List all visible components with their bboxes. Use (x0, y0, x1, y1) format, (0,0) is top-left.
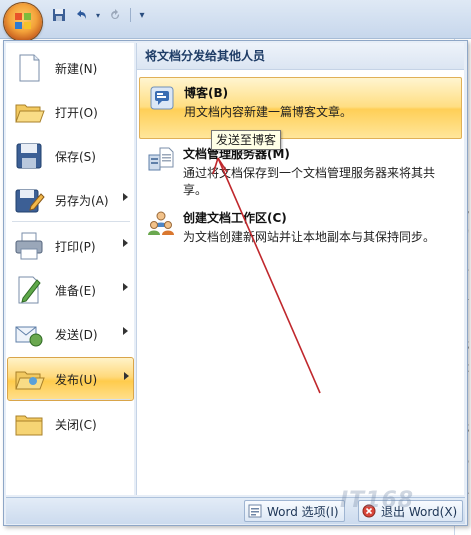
workspace-title: 创建文档工作区(C) (183, 211, 287, 225)
menu-item-label: 新建(N) (55, 61, 98, 76)
menu-item-label: 另存为(A) (55, 193, 109, 208)
undo-icon[interactable] (72, 6, 90, 24)
menu-item-label: 准备(E) (55, 283, 96, 298)
menu-item-save[interactable]: 保存(S) (8, 135, 132, 177)
tooltip: 发送至博客 (211, 130, 282, 150)
qat-separator (130, 8, 131, 22)
save-icon (13, 140, 45, 172)
submenu-item-blog[interactable]: 博客(B) 用文档内容新建一篇博客文章。 (139, 77, 462, 139)
open-folder-icon (13, 96, 45, 128)
customize-qat-icon[interactable]: ▾ (137, 6, 147, 24)
menu-item-open-folder[interactable]: 打开(O) (8, 91, 132, 133)
word-options-label: Word 选项(I) (267, 504, 339, 519)
word-options-button[interactable]: Word 选项(I) (244, 500, 345, 522)
menu-item-label: 关闭(C) (55, 417, 97, 432)
options-icon (248, 504, 262, 518)
menu-item-label: 发送(D) (55, 327, 98, 342)
workspace-desc: 为文档创建新网站并让本地副本与其保持同步。 (183, 230, 436, 244)
blog-title: 博客(B) (184, 86, 229, 100)
publish-icon (13, 363, 45, 395)
submenu-arrow-icon (123, 239, 128, 247)
menu-item-label: 打开(O) (55, 105, 98, 120)
office-logo-icon (15, 13, 31, 29)
submenu-header: 将文档分发给其他人员 (137, 43, 464, 70)
submenu-arrow-icon (123, 327, 128, 335)
submenu-arrow-icon (124, 372, 129, 380)
save-as-icon (13, 184, 45, 216)
menu-item-print[interactable]: 打印(P) (8, 225, 132, 267)
workspace-icon (147, 209, 175, 237)
document-server-icon (147, 145, 175, 173)
publish-submenu: 将文档分发给其他人员 博客(B) 用文档内容新建一篇博客文章。 文档管理服务器(… (136, 43, 464, 495)
submenu-item-workspace[interactable]: 创建文档工作区(C) 为文档创建新网站并让本地副本与其保持同步。 (139, 203, 460, 265)
watermark: IT168 (340, 488, 415, 513)
menu-item-send[interactable]: 发送(D) (8, 313, 132, 355)
send-icon (13, 318, 45, 350)
menu-item-close-folder[interactable]: 关闭(C) (8, 403, 132, 445)
menu-item-label: 打印(P) (55, 239, 96, 254)
submenu-arrow-icon (123, 283, 128, 291)
redo-icon[interactable] (106, 6, 124, 24)
menu-separator (12, 399, 130, 400)
submenu-item-document-server[interactable]: 文档管理服务器(M) 通过将文档保存到一个文档管理服务器来将其共享。 (139, 139, 460, 201)
save-icon[interactable] (50, 6, 68, 24)
title-bar: ▾ ▾ (0, 0, 471, 41)
menu-item-label: 保存(S) (55, 149, 96, 164)
menu-item-save-as[interactable]: 另存为(A) (8, 179, 132, 221)
blog-icon (148, 84, 176, 112)
quick-access-toolbar: ▾ ▾ (50, 6, 147, 24)
print-icon (13, 230, 45, 262)
menu-item-new-document[interactable]: 新建(N) (8, 47, 132, 89)
menu-item-publish[interactable]: 发布(U) (7, 357, 134, 401)
office-menu: 新建(N) 打开(O) 保存(S) 另存为(A) 打印(P) 准备(E) 发送(D) 发布(U… (3, 40, 468, 526)
menu-commands: 新建(N) 打开(O) 保存(S) 另存为(A) 打印(P) 准备(E) 发送(D) 发布(U… (6, 43, 134, 495)
undo-dropdown-icon[interactable]: ▾ (94, 6, 102, 24)
prepare-icon (13, 274, 45, 306)
submenu-arrow-icon (123, 193, 128, 201)
menu-item-prepare[interactable]: 准备(E) (8, 269, 132, 311)
menu-item-label: 发布(U) (55, 372, 98, 387)
document-server-desc: 通过将文档保存到一个文档管理服务器来将其共享。 (183, 166, 436, 197)
menu-separator (12, 221, 130, 222)
blog-desc: 用文档内容新建一篇博客文章。 (184, 105, 353, 119)
new-document-icon (13, 52, 45, 84)
close-folder-icon (13, 408, 45, 440)
office-button[interactable] (4, 3, 42, 41)
